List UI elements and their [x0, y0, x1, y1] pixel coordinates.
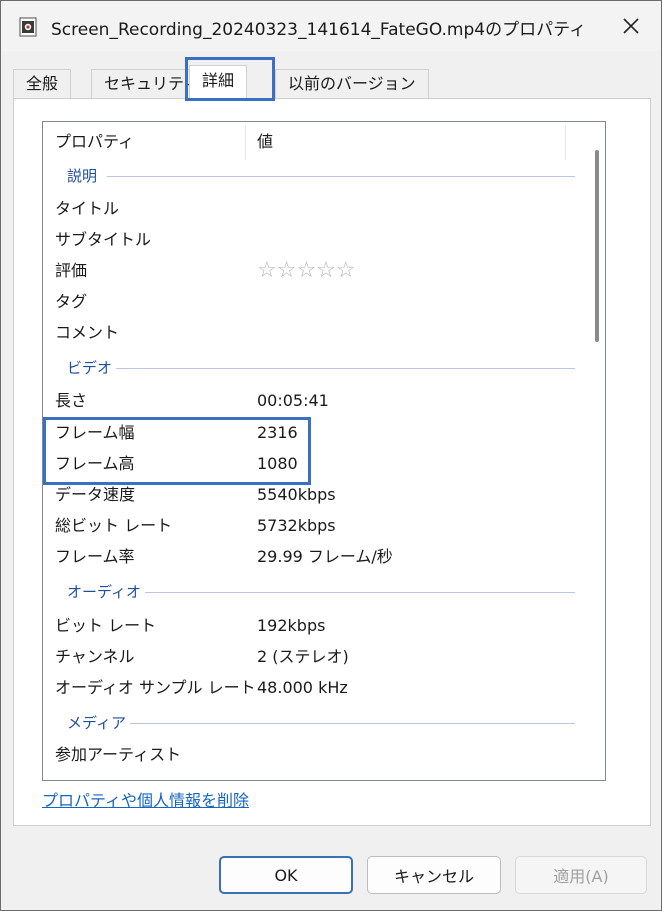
- window-title: Screen_Recording_20240323_141614_FateGO.…: [51, 20, 587, 40]
- list-item[interactable]: オーディオ サンプル レート 48.000 kHz: [43, 673, 591, 703]
- list-item[interactable]: タイトル: [43, 194, 591, 224]
- property-name: 評価: [55, 261, 88, 280]
- property-value: 00:05:41: [257, 391, 329, 410]
- list-item[interactable]: サブタイトル: [43, 225, 591, 255]
- property-value: 5540kbps: [257, 485, 336, 504]
- property-value: 29.99 フレーム/秒: [257, 547, 393, 566]
- property-name: 参加アーティスト: [55, 745, 182, 764]
- property-name: タイトル: [55, 199, 120, 218]
- property-value: 2316: [257, 423, 298, 442]
- tab-previous-versions[interactable]: 以前のバージョン: [275, 69, 429, 99]
- vertical-scrollbar[interactable]: [589, 122, 605, 780]
- remove-properties-link[interactable]: プロパティや個人情報を削除: [42, 787, 249, 811]
- list-item[interactable]: タグ: [43, 287, 591, 317]
- close-button[interactable]: [615, 11, 647, 41]
- cancel-button[interactable]: キャンセル: [367, 856, 501, 894]
- property-value: 192kbps: [257, 616, 326, 635]
- group-label: 説明: [63, 164, 102, 188]
- property-name: タグ: [55, 292, 88, 311]
- property-list[interactable]: プロパティ 値 説明 タイトル サブタイトル 評価 ☆☆☆☆☆ タグ コメント …: [42, 121, 606, 781]
- group-divider: [123, 592, 575, 593]
- scroll-thumb[interactable]: [595, 150, 599, 342]
- tab-details[interactable]: 詳細: [189, 65, 248, 99]
- properties-dialog: Screen_Recording_20240323_141614_FateGO.…: [0, 0, 662, 911]
- group-label: オーディオ: [63, 580, 145, 604]
- column-divider[interactable]: [565, 126, 566, 160]
- list-item[interactable]: データ速度 5540kbps: [43, 480, 591, 510]
- tab-bar: 全般 セキュリティ 詳細 以前のバージョン: [13, 65, 653, 99]
- property-name: 長さ: [55, 391, 88, 410]
- property-name: フレーム幅: [55, 423, 135, 442]
- title-bar: Screen_Recording_20240323_141614_FateGO.…: [1, 1, 661, 51]
- tab-general[interactable]: 全般: [13, 69, 72, 99]
- group-label: メディア: [63, 711, 130, 735]
- list-item[interactable]: チャンネル 2 (ステレオ): [43, 642, 591, 672]
- list-item[interactable]: コメント: [43, 318, 591, 348]
- list-item[interactable]: フレーム幅 2316: [43, 418, 591, 448]
- ok-button[interactable]: OK: [219, 856, 353, 894]
- property-name: 総ビット レート: [55, 516, 173, 535]
- group-header-description: 説明: [43, 164, 591, 188]
- property-name: フレーム高: [55, 454, 135, 473]
- property-value: 48.000 kHz: [257, 678, 348, 697]
- group-header-video: ビデオ: [43, 356, 591, 380]
- group-divider: [107, 368, 575, 369]
- property-name: コメント: [55, 323, 120, 342]
- list-item[interactable]: ビット レート 192kbps: [43, 611, 591, 641]
- list-item[interactable]: フレーム率 29.99 フレーム/秒: [43, 542, 591, 572]
- list-item-rating[interactable]: 評価 ☆☆☆☆☆: [43, 256, 591, 286]
- list-item[interactable]: 長さ 00:05:41: [43, 386, 591, 416]
- property-value: 5732kbps: [257, 516, 336, 535]
- list-item[interactable]: 総ビット レート 5732kbps: [43, 511, 591, 541]
- column-header-property[interactable]: プロパティ: [43, 122, 243, 162]
- property-name: フレーム率: [55, 547, 135, 566]
- group-divider: [123, 723, 575, 724]
- list-item[interactable]: フレーム高 1080: [43, 449, 591, 479]
- video-file-icon: [19, 17, 37, 37]
- column-header: プロパティ 値: [43, 122, 591, 162]
- list-item[interactable]: 参加アーティスト: [43, 740, 591, 770]
- star-rating[interactable]: ☆☆☆☆☆: [257, 256, 356, 286]
- group-header-media: メディア: [43, 711, 591, 735]
- property-name: ビット レート: [55, 616, 157, 635]
- column-header-value[interactable]: 値: [245, 122, 563, 162]
- property-name: データ速度: [55, 485, 136, 504]
- property-value: 2 (ステレオ): [257, 647, 349, 666]
- group-label: ビデオ: [63, 356, 117, 380]
- property-name: サブタイトル: [55, 230, 152, 249]
- property-value: 1080: [257, 454, 298, 473]
- close-icon: [623, 18, 639, 34]
- property-name: オーディオ サンプル レート: [55, 678, 256, 697]
- group-header-audio: オーディオ: [43, 580, 591, 604]
- property-name: チャンネル: [55, 647, 135, 666]
- apply-button[interactable]: 適用(A): [515, 856, 647, 894]
- group-divider: [107, 176, 575, 177]
- details-panel: プロパティ 値 説明 タイトル サブタイトル 評価 ☆☆☆☆☆ タグ コメント …: [13, 98, 651, 826]
